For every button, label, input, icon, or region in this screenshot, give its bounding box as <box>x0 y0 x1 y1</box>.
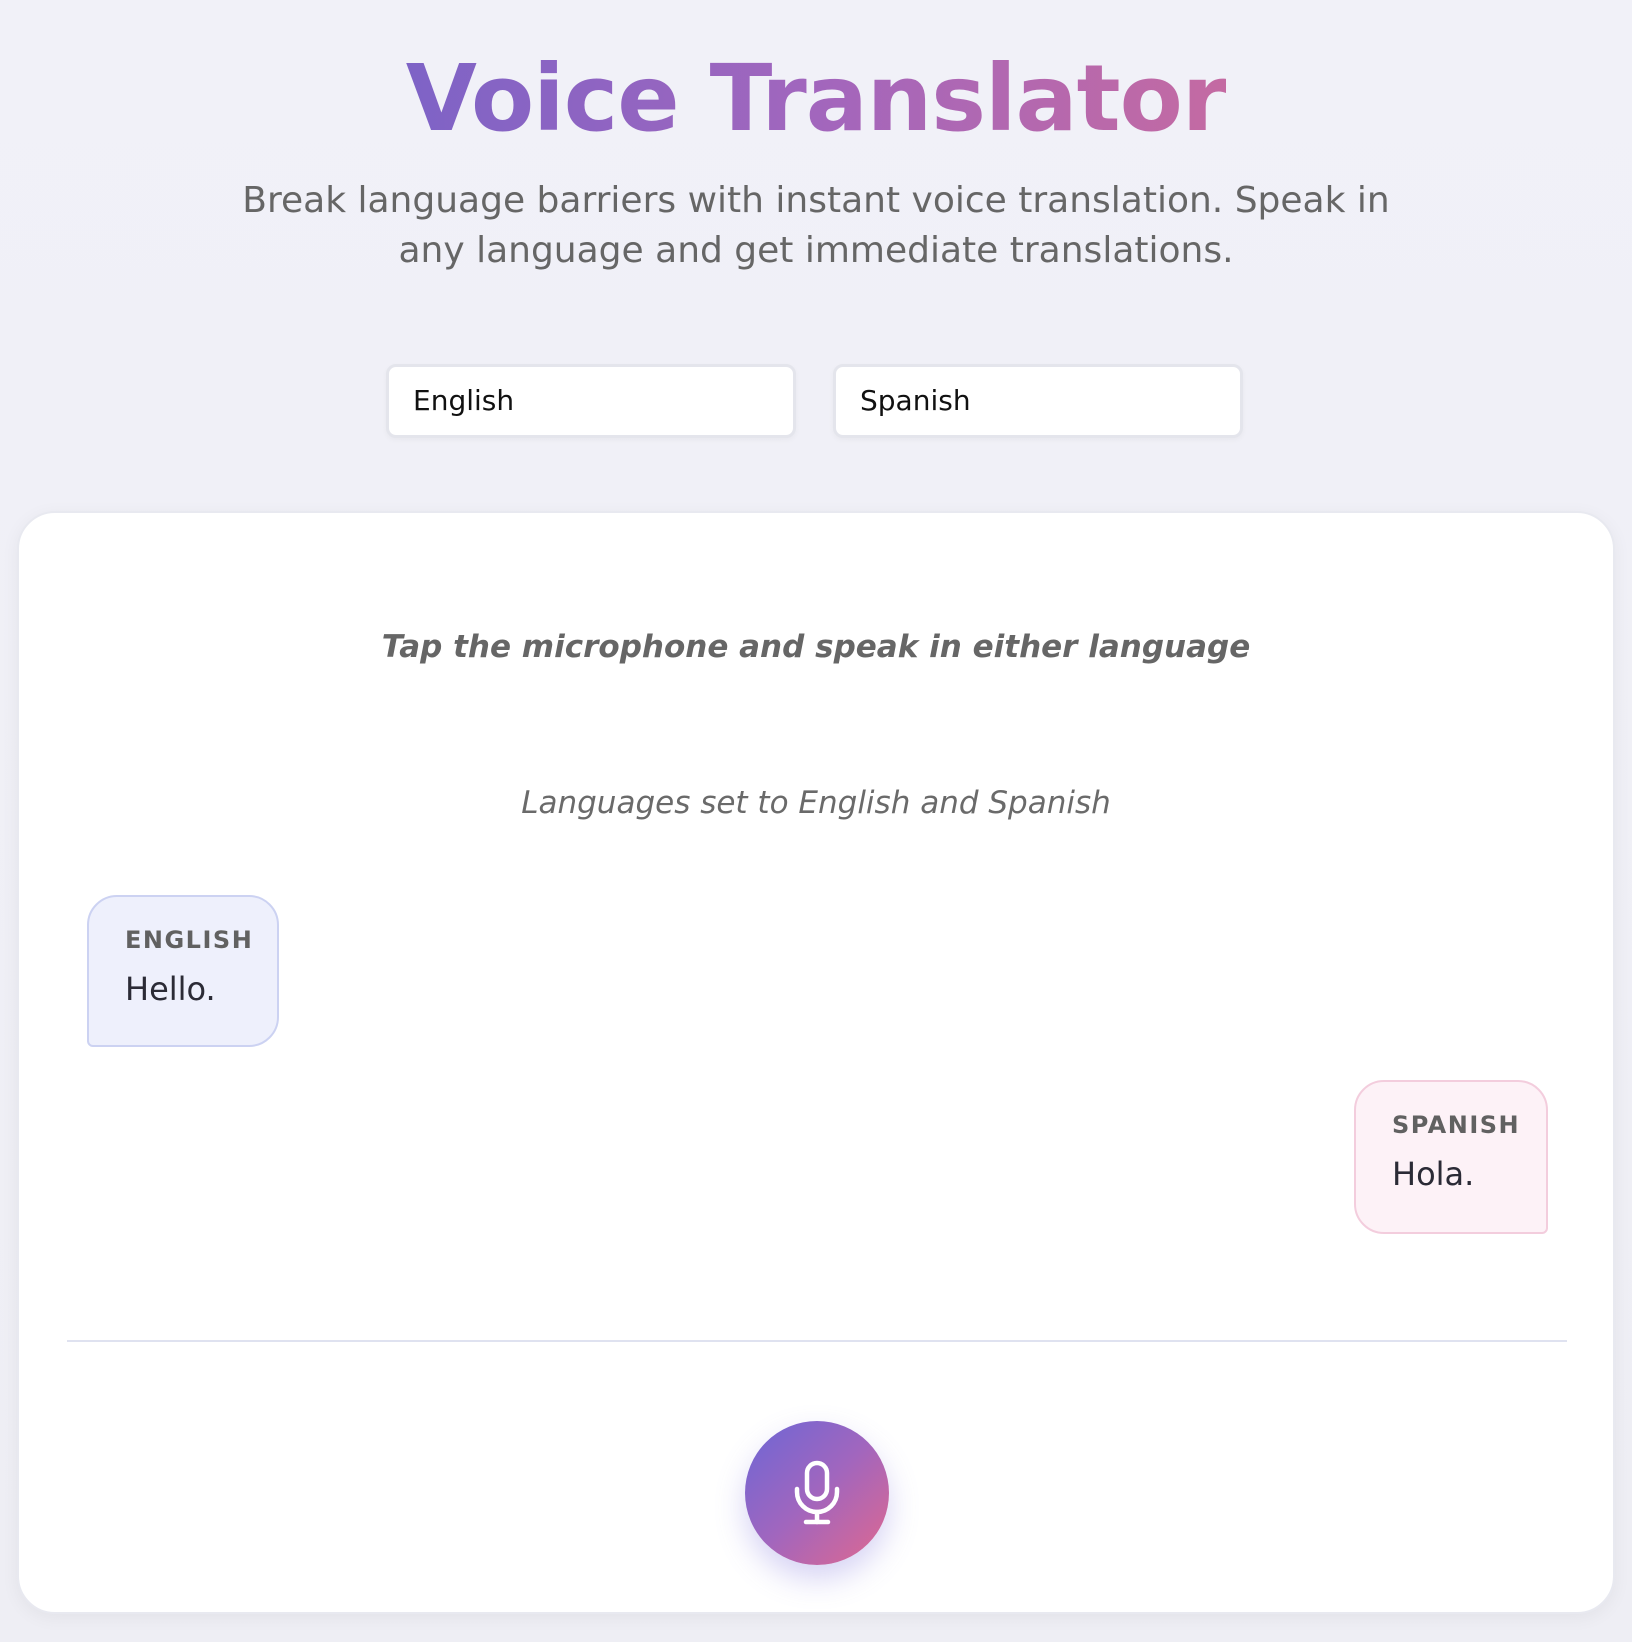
divider <box>67 1340 1567 1342</box>
microphone-icon <box>794 1460 840 1525</box>
message-text: Hola. <box>1392 1155 1475 1193</box>
message-language-label: SPANISH <box>1392 1111 1521 1139</box>
instruction-text: Tap the microphone and speak in either l… <box>381 629 1251 665</box>
page-title: Voice Translator <box>0 44 1632 154</box>
message-bubble-english: ENGLISH Hello. <box>87 895 279 1047</box>
conversation-card: Tap the microphone and speak in either l… <box>17 511 1615 1614</box>
message-text: Hello. <box>125 970 216 1008</box>
page-subtitle: Break language barriers with instant voi… <box>242 180 1390 271</box>
microphone-button[interactable] <box>745 1421 889 1565</box>
source-language-select[interactable]: English <box>386 364 796 438</box>
status-message: Languages set to English and Spanish <box>521 785 1111 821</box>
message-language-label: ENGLISH <box>125 926 254 954</box>
page-title-text: Voice Translator <box>405 45 1227 152</box>
message-bubble-spanish: SPANISH Hola. <box>1354 1080 1548 1234</box>
target-language-select[interactable]: Spanish <box>833 364 1243 438</box>
